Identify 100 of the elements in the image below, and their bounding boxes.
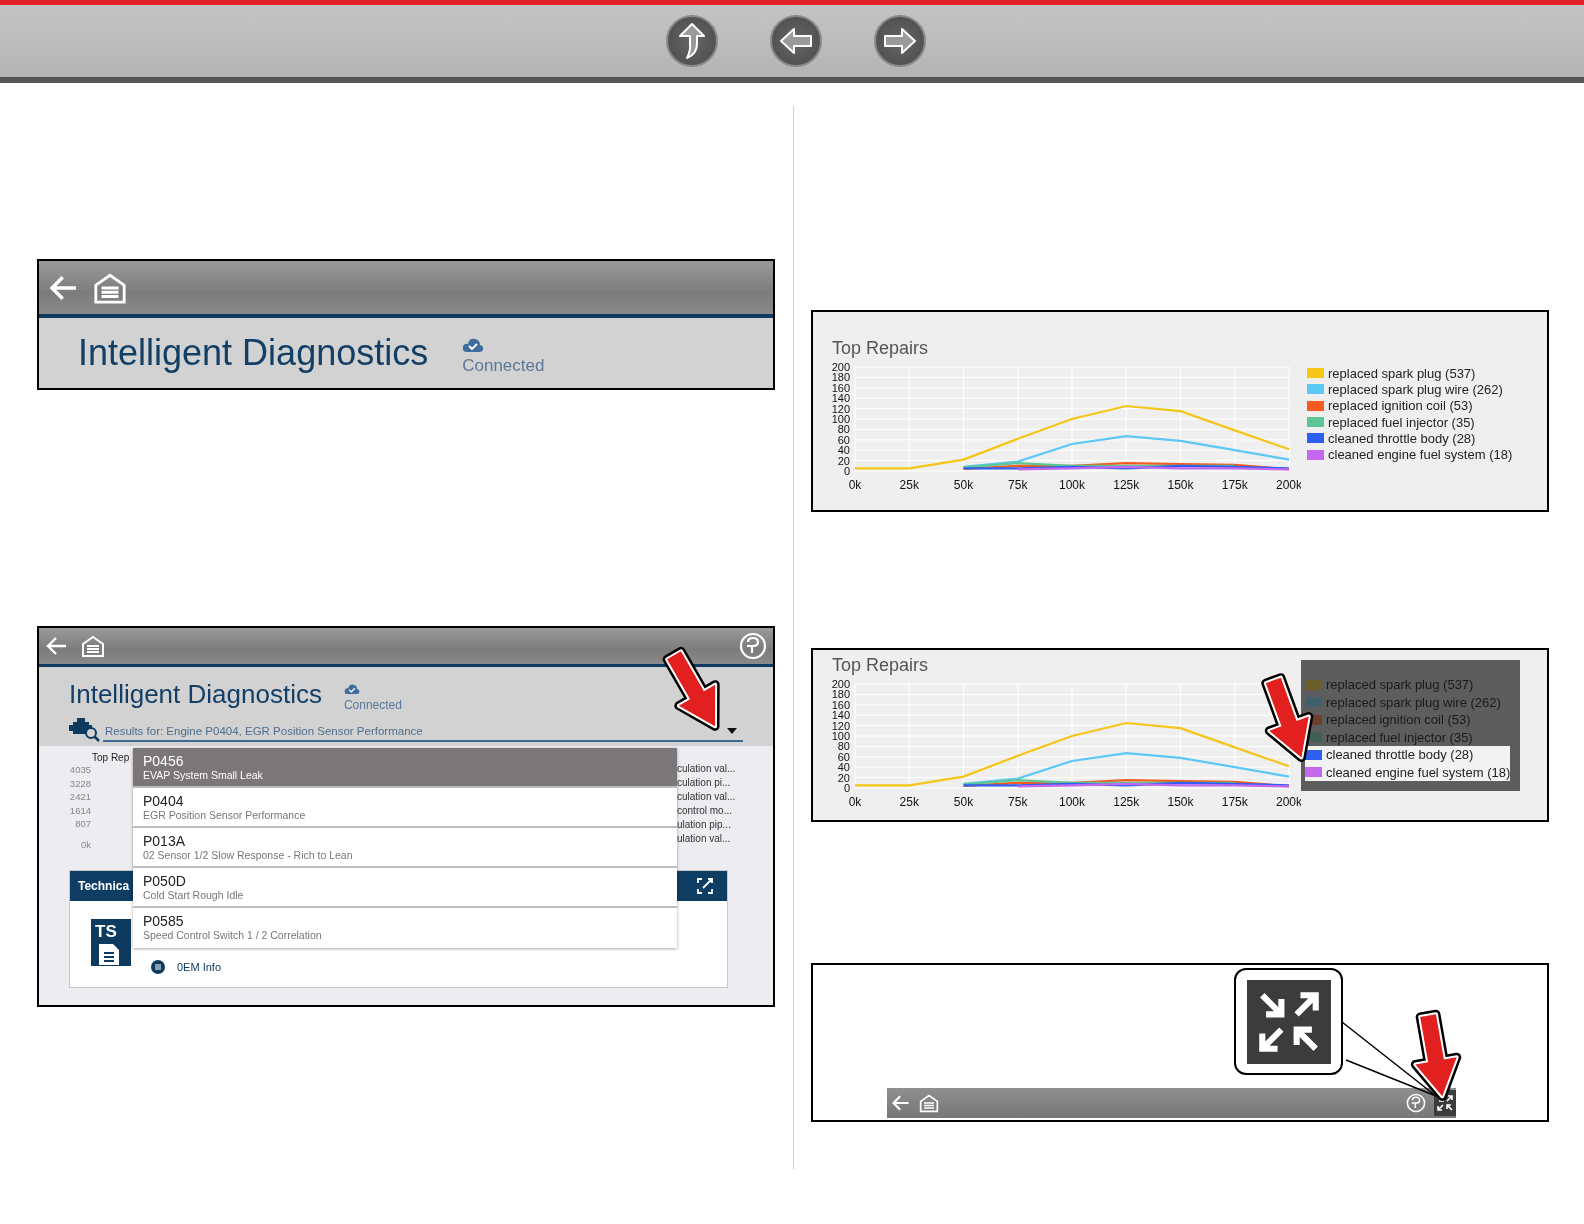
axis-label: 160: [831, 381, 850, 394]
axis-label: 125k: [1113, 478, 1140, 492]
axis-label: 100: [831, 730, 850, 742]
axis-label: 25k: [899, 478, 919, 492]
expand-icon[interactable]: [697, 878, 713, 894]
chart-title: Top Repairs: [832, 655, 930, 676]
axis-label: 60: [837, 433, 850, 446]
document-icon: [91, 942, 131, 966]
axis-label: 175k: [1221, 478, 1248, 492]
legend-swatch: [1307, 449, 1324, 460]
curved-up-arrow-icon: [677, 22, 707, 60]
garage-icon: [919, 1093, 939, 1113]
axis-label: 3228: [69, 776, 91, 790]
legend-text: culation val...: [677, 790, 737, 804]
axis-label: 4035: [69, 763, 91, 777]
legend-label: cleaned engine fuel system (18): [1326, 764, 1511, 780]
axis-label: 0k: [848, 795, 862, 809]
dropdown-item[interactable]: P050D Cold Start Rough Idle: [133, 868, 677, 908]
legend-text: culation val...: [677, 762, 737, 776]
legend-label: replaced ignition coil (53): [1328, 398, 1473, 414]
legend-label: replaced spark plug wire (262): [1328, 381, 1503, 397]
legend-swatch: [1307, 433, 1324, 444]
axis-label: 150k: [1167, 478, 1194, 492]
legend-swatch: [1307, 384, 1324, 395]
code-description: Speed Control Switch 1 / 2 Correlation: [143, 929, 323, 941]
legend-swatch: [1307, 417, 1324, 428]
right-arrow-icon: [883, 27, 917, 55]
code-description: 02 Sensor 1/2 Slow Response - Rich to Lean: [143, 849, 354, 861]
axis-label: 75k: [1008, 478, 1028, 492]
code-description: Cold Start Rough Idle: [143, 889, 245, 901]
axis-label: 0: [843, 782, 850, 794]
axis-label: 25k: [899, 795, 919, 809]
axis-label: 1614: [69, 803, 91, 817]
legend-label: replaced ignition coil (53): [1326, 712, 1471, 728]
axis-label: 180: [831, 688, 850, 701]
help-icon: [739, 632, 767, 660]
legend-swatch: [1305, 749, 1322, 760]
dropdown-item[interactable]: P0456 EVAP System Small Leak: [133, 748, 677, 788]
chart-title: Top Repairs: [832, 338, 930, 359]
left-arrow-icon: [779, 27, 813, 55]
up-button[interactable]: [666, 15, 718, 67]
card-title: Technica: [78, 879, 130, 893]
axis-label: 125k: [1113, 795, 1140, 809]
trouble-code: P0404: [143, 793, 185, 809]
dropdown-item[interactable]: P013A 02 Sensor 1/2 Slow Response - Rich to Lean: [133, 828, 677, 868]
axis-label: 100k: [1059, 478, 1085, 492]
garage-icon: [81, 634, 105, 658]
axis-label: 40: [837, 761, 850, 774]
legend-text: ulation pip...: [677, 818, 732, 832]
back-button[interactable]: [770, 15, 822, 67]
axis-label: 140: [831, 709, 850, 722]
axis-label: 807: [75, 817, 91, 831]
axis-label: 60: [837, 750, 850, 763]
app-title: Intelligent Diagnostics: [69, 679, 322, 710]
cloud-check-icon: [343, 683, 360, 695]
legend-label: replaced spark plug wire (262): [1326, 694, 1501, 710]
legend-label: cleaned engine fuel system (18): [1328, 447, 1513, 463]
caret-icon: [727, 728, 737, 734]
axis-label: 200: [831, 361, 850, 373]
back-arrow-icon: [891, 1093, 911, 1113]
list-icon: [151, 960, 165, 974]
dropdown-item[interactable]: P0404 EGR Position Sensor Performance: [133, 788, 677, 828]
axis-label: 0k: [848, 478, 862, 492]
axis-label: 100: [831, 413, 850, 425]
axis-label: 20: [837, 454, 850, 467]
axis-label: 175k: [1221, 795, 1248, 809]
axis-label: 0: [843, 465, 850, 477]
connection-status: Connected: [462, 355, 545, 376]
legend-text: culation pi...: [677, 776, 732, 790]
results-dropdown[interactable]: Results for: Engine P0404, EGR Position Sensor Performance: [103, 725, 743, 742]
axis-label: 100k: [1059, 795, 1085, 809]
axis-label: 180: [831, 371, 850, 384]
legend-label: cleaned throttle body (28): [1328, 430, 1476, 446]
help-icon: [1406, 1093, 1426, 1113]
code-description: EGR Position Sensor Performance: [143, 809, 307, 821]
cloud-check-icon: [462, 336, 485, 353]
code-description: EVAP System Small Leak: [143, 769, 264, 781]
shrink-icon: [1246, 979, 1331, 1064]
legend-text: control mo...: [677, 804, 734, 818]
legend-label: replaced fuel injector (35): [1326, 729, 1473, 745]
axis-label: 50k: [953, 478, 974, 492]
axis-label: 0k: [80, 838, 91, 850]
legend-swatch: [1307, 400, 1324, 411]
connection-status: Connected: [343, 698, 402, 712]
document-label: TS: [91, 919, 131, 942]
legend-swatch: [1305, 679, 1322, 690]
axis-label: 80: [837, 740, 850, 753]
legend-label: replaced spark plug (537): [1328, 365, 1476, 381]
oem-info-link[interactable]: 0EM Info: [177, 961, 222, 973]
axis-label: 20: [837, 771, 850, 784]
app-title: Intelligent Diagnostics: [78, 332, 429, 374]
trouble-code: P0585: [143, 913, 185, 929]
legend-text: ulation val...: [677, 832, 732, 846]
dropdown-item[interactable]: P0585 Speed Control Switch 1 / 2 Correlation: [133, 908, 677, 948]
axis-label: 200: [831, 678, 850, 690]
forward-button[interactable]: [874, 15, 926, 67]
axis-label: 2421: [69, 790, 91, 804]
legend-label: cleaned throttle body (28): [1326, 747, 1474, 763]
trouble-code: P0456: [143, 753, 185, 769]
axis-label: 140: [831, 392, 850, 405]
